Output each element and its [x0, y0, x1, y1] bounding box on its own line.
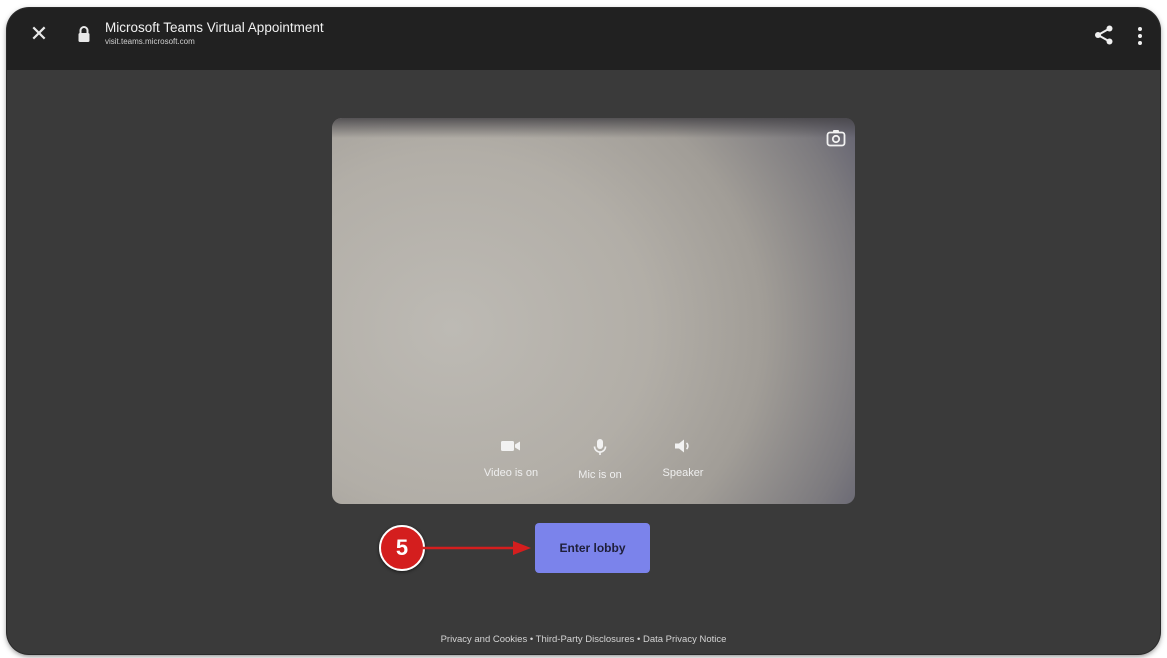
privacy-cookies-link[interactable]: Privacy and Cookies: [441, 634, 528, 645]
mic-toggle[interactable]: Mic is on: [560, 438, 640, 482]
close-icon[interactable]: ✕: [27, 22, 51, 46]
enter-lobby-button[interactable]: Enter lobby: [535, 523, 650, 573]
speaker-icon: [675, 439, 689, 453]
app-window: ✕ Microsoft Teams Virtual Appointment vi…: [7, 8, 1160, 654]
third-party-disclosures-link[interactable]: Third-Party Disclosures: [536, 634, 635, 645]
mic-toggle-label: Mic is on: [578, 469, 622, 481]
lock-icon: [78, 26, 90, 42]
data-privacy-notice-link[interactable]: Data Privacy Notice: [643, 634, 726, 645]
camera-switch-icon[interactable]: [826, 129, 846, 147]
footer-separator: •: [637, 634, 641, 645]
camera-preview: Video is on Mic is on Speaker: [332, 118, 855, 504]
browser-top-bar: ✕ Microsoft Teams Virtual Appointment vi…: [7, 8, 1160, 70]
page-url: visit.teams.microsoft.com: [105, 37, 195, 46]
footer-links: Privacy and Cookies • Third-Party Disclo…: [7, 634, 1160, 646]
page-title-group: Microsoft Teams Virtual Appointment visi…: [105, 20, 324, 48]
page-title: Microsoft Teams Virtual Appointment: [105, 20, 324, 35]
video-toggle[interactable]: Video is on: [471, 438, 551, 480]
speaker-toggle[interactable]: Speaker: [643, 438, 723, 480]
step-number-badge: 5: [379, 525, 425, 571]
video-toggle-label: Video is on: [483, 467, 539, 479]
speaker-toggle-label: Speaker: [662, 467, 704, 479]
share-icon[interactable]: [1093, 24, 1115, 46]
annotation-arrow-icon: [423, 541, 531, 555]
video-camera-icon: [501, 441, 520, 451]
microphone-icon: [593, 439, 607, 455]
footer-separator: •: [529, 634, 534, 645]
more-vertical-icon[interactable]: [1135, 26, 1145, 46]
